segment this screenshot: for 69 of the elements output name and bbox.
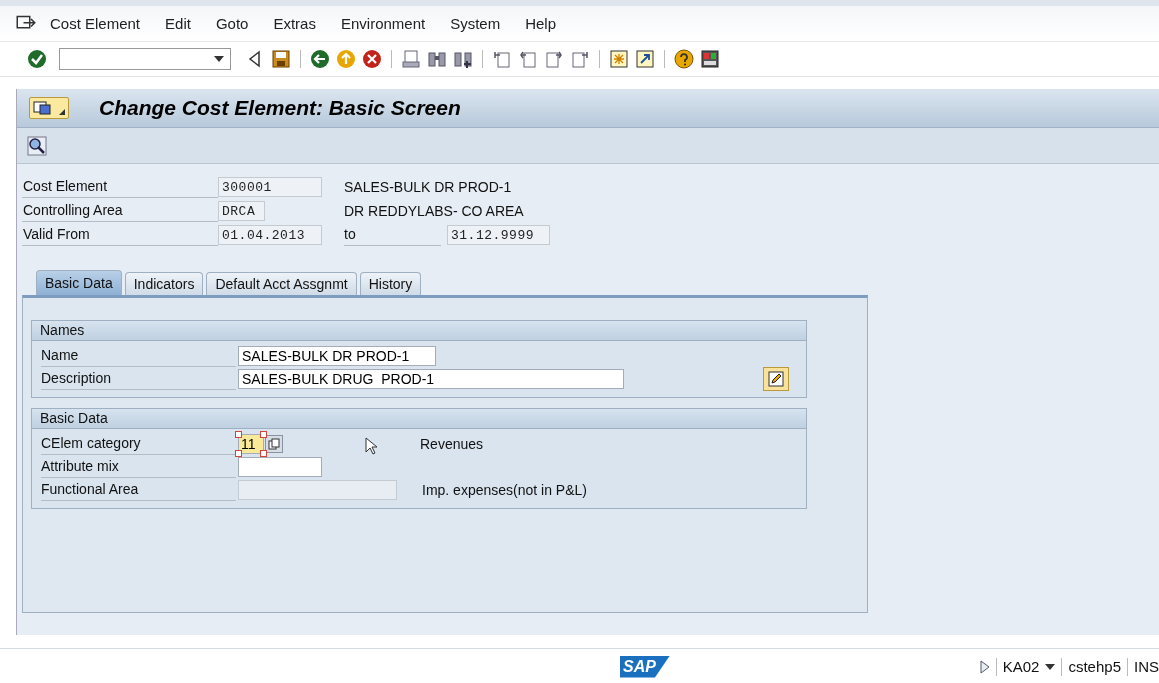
save-icon[interactable] [271, 49, 291, 69]
field-label: Functional Area [41, 478, 236, 501]
input-field[interactable]: 01.04.2013 [218, 225, 322, 245]
input-field[interactable]: SALES-BULK DRUG PROD-1 [238, 368, 624, 389]
server-name: cstehp5 [1068, 658, 1121, 675]
input-field[interactable]: DRCA [218, 201, 265, 221]
field-label: Cost Element [22, 176, 218, 198]
caret-icon [59, 109, 65, 115]
menu-item[interactable]: Edit [165, 15, 191, 32]
new-window-icon[interactable] [609, 49, 629, 69]
tab[interactable]: Indicators [124, 272, 204, 295]
magnifier-icon[interactable] [27, 135, 47, 156]
caret-icon[interactable] [214, 56, 224, 62]
command-field[interactable] [59, 48, 231, 70]
field-label: Attribute mix [41, 455, 236, 478]
back-icon[interactable] [310, 49, 330, 69]
triangle-right-icon[interactable] [979, 659, 990, 674]
last-page-icon[interactable] [570, 49, 590, 69]
edit-button[interactable] [763, 366, 789, 391]
tab[interactable]: Default Acct Assgnmt [206, 272, 357, 295]
previous-page-icon[interactable] [518, 49, 538, 69]
next-page-icon[interactable] [544, 49, 564, 69]
menu-item[interactable]: Cost Element [50, 15, 141, 32]
cancel-icon[interactable] [362, 49, 382, 69]
print-icon[interactable] [401, 49, 421, 69]
selection-handle[interactable] [235, 449, 242, 457]
tab[interactable]: History [359, 272, 422, 295]
menu-item[interactable]: Extras [273, 15, 316, 32]
menu-item[interactable]: Goto [215, 15, 249, 32]
shortcut-icon[interactable] [635, 49, 655, 69]
input-field[interactable]: 300001 [218, 177, 322, 197]
transaction-code[interactable]: KA02 [1002, 658, 1040, 675]
input-field[interactable] [238, 456, 322, 477]
mouse-pointer-icon [365, 437, 377, 455]
value-help-button[interactable] [265, 434, 283, 453]
field-label: Controlling Area [22, 200, 218, 222]
field-description: Imp. expenses(not in P&L) [422, 481, 587, 498]
menu-icon [33, 100, 53, 116]
selection-handle[interactable] [260, 430, 267, 438]
field-label: to [344, 224, 441, 246]
screen-title: Change Cost Element: Basic Screen [99, 96, 461, 120]
help-icon[interactable] [674, 49, 694, 69]
input-field[interactable] [238, 479, 397, 500]
menu-item[interactable]: System [450, 15, 501, 32]
field-description: Revenues [420, 435, 484, 452]
pencil-icon [768, 370, 784, 387]
input-field[interactable]: SALES-BULK DR PROD-1 [238, 345, 436, 366]
field-label: Valid From [22, 224, 218, 246]
field-label: Description [41, 367, 236, 390]
group-title: Names [32, 321, 806, 341]
checkmark-icon[interactable] [27, 49, 47, 69]
menu-item[interactable]: Help [525, 15, 557, 32]
binoculars-plus-icon[interactable] [453, 49, 473, 69]
logo: SAP [620, 655, 670, 678]
caret-icon[interactable] [1045, 663, 1056, 670]
menu-button[interactable] [29, 97, 69, 119]
field-description: DR REDDYLABS- CO AREA [344, 203, 524, 219]
field-label: Name [41, 344, 236, 367]
first-page-icon[interactable] [492, 49, 512, 69]
binoculars-icon[interactable] [427, 49, 447, 69]
input-field[interactable]: 31.12.9999 [447, 225, 550, 245]
tab[interactable]: Basic Data [36, 270, 122, 295]
selection-handle[interactable] [235, 430, 242, 438]
layout-icon[interactable] [700, 49, 720, 69]
menu-item[interactable]: Environment [340, 15, 426, 32]
field-description: SALES-BULK DR PROD-1 [344, 179, 512, 195]
input-mode: INS [1134, 658, 1159, 675]
selection-handle[interactable] [260, 449, 267, 457]
group-title: Basic Data [32, 409, 806, 429]
